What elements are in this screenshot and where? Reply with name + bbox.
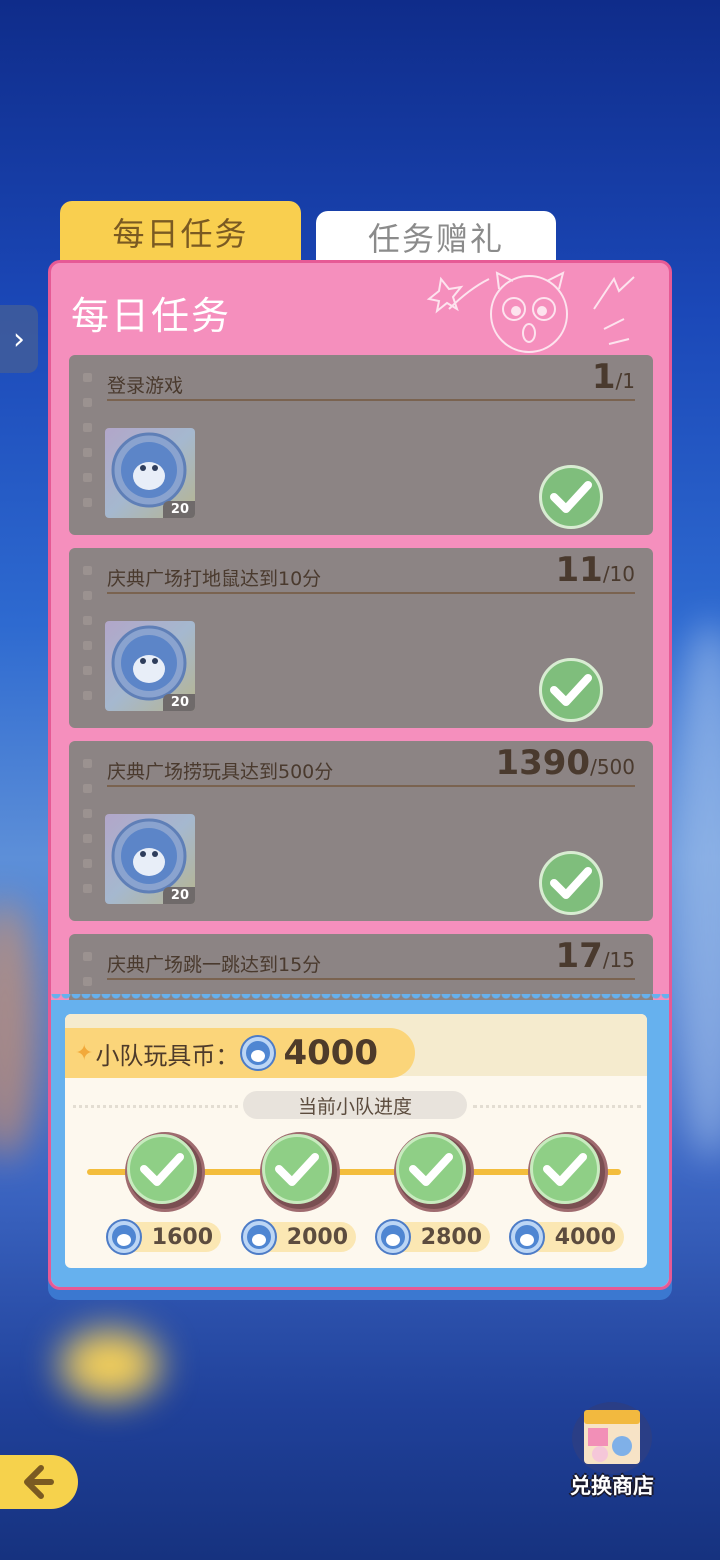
task-card: 庆典广场跳一跳达到15分 17/15 20 (69, 934, 653, 1000)
milestone-reward[interactable] (260, 1132, 340, 1212)
tab-task-gifts[interactable]: 任务赠礼 (316, 211, 556, 263)
toy-coin-icon (508, 1218, 546, 1256)
task-progress: 1/1 (591, 357, 635, 397)
reward-item[interactable]: 20 (105, 621, 195, 711)
check-icon (262, 1134, 332, 1204)
check-icon (539, 851, 603, 915)
tab-label: 每日任务 (112, 215, 249, 253)
check-icon (396, 1134, 466, 1204)
divider (107, 399, 635, 401)
card-binding-dots (83, 759, 93, 909)
exchange-shop-button[interactable]: 兑换商店 (562, 1400, 662, 1500)
reward-item[interactable]: 20 (105, 428, 195, 518)
panel-title: 每日任务 (71, 294, 232, 338)
milestone-reward[interactable] (125, 1132, 205, 1212)
tab-daily-tasks[interactable]: 每日任务 (60, 201, 301, 263)
toy-coin-icon (240, 1218, 278, 1256)
milestone-reward[interactable] (528, 1132, 608, 1212)
tab-label: 任务赠礼 (367, 220, 504, 258)
dotted-divider (73, 1105, 238, 1108)
team-progress-card: ✦ 小队玩具币： 4000 当前小队进度 1600 2000 2800 4000 (65, 1014, 647, 1268)
shop-label: 兑换商店 (570, 1474, 654, 1498)
task-name: 庆典广场捞玩具达到500分 (107, 761, 334, 783)
milestone-value-text: 2000 (286, 1224, 348, 1250)
milestone-reward[interactable] (394, 1132, 474, 1212)
back-arrow-icon (24, 1465, 54, 1499)
toy-coin-icon (374, 1218, 412, 1256)
task-name: 庆典广场打地鼠达到10分 (107, 568, 322, 590)
team-coin-value: 4000 (283, 1033, 379, 1073)
back-button[interactable] (0, 1455, 78, 1509)
expand-side-button[interactable]: › (0, 305, 38, 373)
check-icon (539, 465, 603, 529)
sparkle-icon: ✦ (75, 1040, 94, 1066)
team-coin-label: 小队玩具币： (95, 1041, 240, 1070)
check-icon (127, 1134, 197, 1204)
card-binding-dots (83, 952, 93, 1000)
chevron-right-icon: › (13, 321, 25, 357)
reward-count: 20 (162, 887, 195, 904)
card-binding-dots (83, 373, 93, 523)
task-progress: 1390/500 (495, 743, 635, 783)
task-name: 登录游戏 (107, 375, 184, 397)
milestone-value-text: 1600 (151, 1224, 213, 1250)
task-card: 登录游戏 1/1 20 (69, 355, 653, 535)
background-glow (0, 900, 40, 1160)
toy-coin-icon (105, 1218, 143, 1256)
divider (107, 978, 635, 980)
task-card: 庆典广场捞玩具达到500分 1390/500 20 (69, 741, 653, 921)
daily-task-panel: 每日任务 登录游戏 1/1 20 庆典广场打地鼠达到10分 11/10 20 庆… (48, 260, 672, 1290)
toy-coin-icon (239, 1034, 277, 1072)
task-progress: 17/15 (555, 936, 635, 976)
divider (107, 785, 635, 787)
milestone-value-text: 2800 (420, 1224, 482, 1250)
shop-icon (572, 1402, 652, 1474)
milestone-value: 1600 (106, 1219, 221, 1255)
reward-count: 20 (162, 501, 195, 518)
team-coin-bar: ✦ 小队玩具币： 4000 (65, 1014, 647, 1078)
cat-doodle-icon (426, 271, 635, 353)
milestone-value-text: 4000 (554, 1224, 616, 1250)
dotted-divider (473, 1105, 641, 1108)
team-progress-label: 当前小队进度 (243, 1091, 467, 1119)
reward-count: 20 (162, 694, 195, 711)
task-card: 庆典广场打地鼠达到10分 11/10 20 (69, 548, 653, 728)
check-icon (530, 1134, 600, 1204)
team-progress-section: ✦ 小队玩具币： 4000 当前小队进度 1600 2000 2800 4000 (51, 994, 669, 1287)
milestone-value: 2000 (241, 1219, 356, 1255)
background-glow (60, 1330, 160, 1400)
task-list[interactable]: 登录游戏 1/1 20 庆典广场打地鼠达到10分 11/10 20 庆典广场捞玩… (69, 355, 653, 1000)
milestone-value: 2800 (375, 1219, 490, 1255)
divider (107, 592, 635, 594)
card-binding-dots (83, 566, 93, 716)
check-icon (539, 658, 603, 722)
task-name: 庆典广场跳一跳达到15分 (107, 954, 322, 976)
reward-item[interactable]: 20 (105, 814, 195, 904)
milestone-value: 4000 (509, 1219, 624, 1255)
team-coin-pill: ✦ 小队玩具币： 4000 (65, 1028, 415, 1078)
background-glow (670, 620, 720, 1160)
task-progress: 11/10 (555, 550, 635, 590)
